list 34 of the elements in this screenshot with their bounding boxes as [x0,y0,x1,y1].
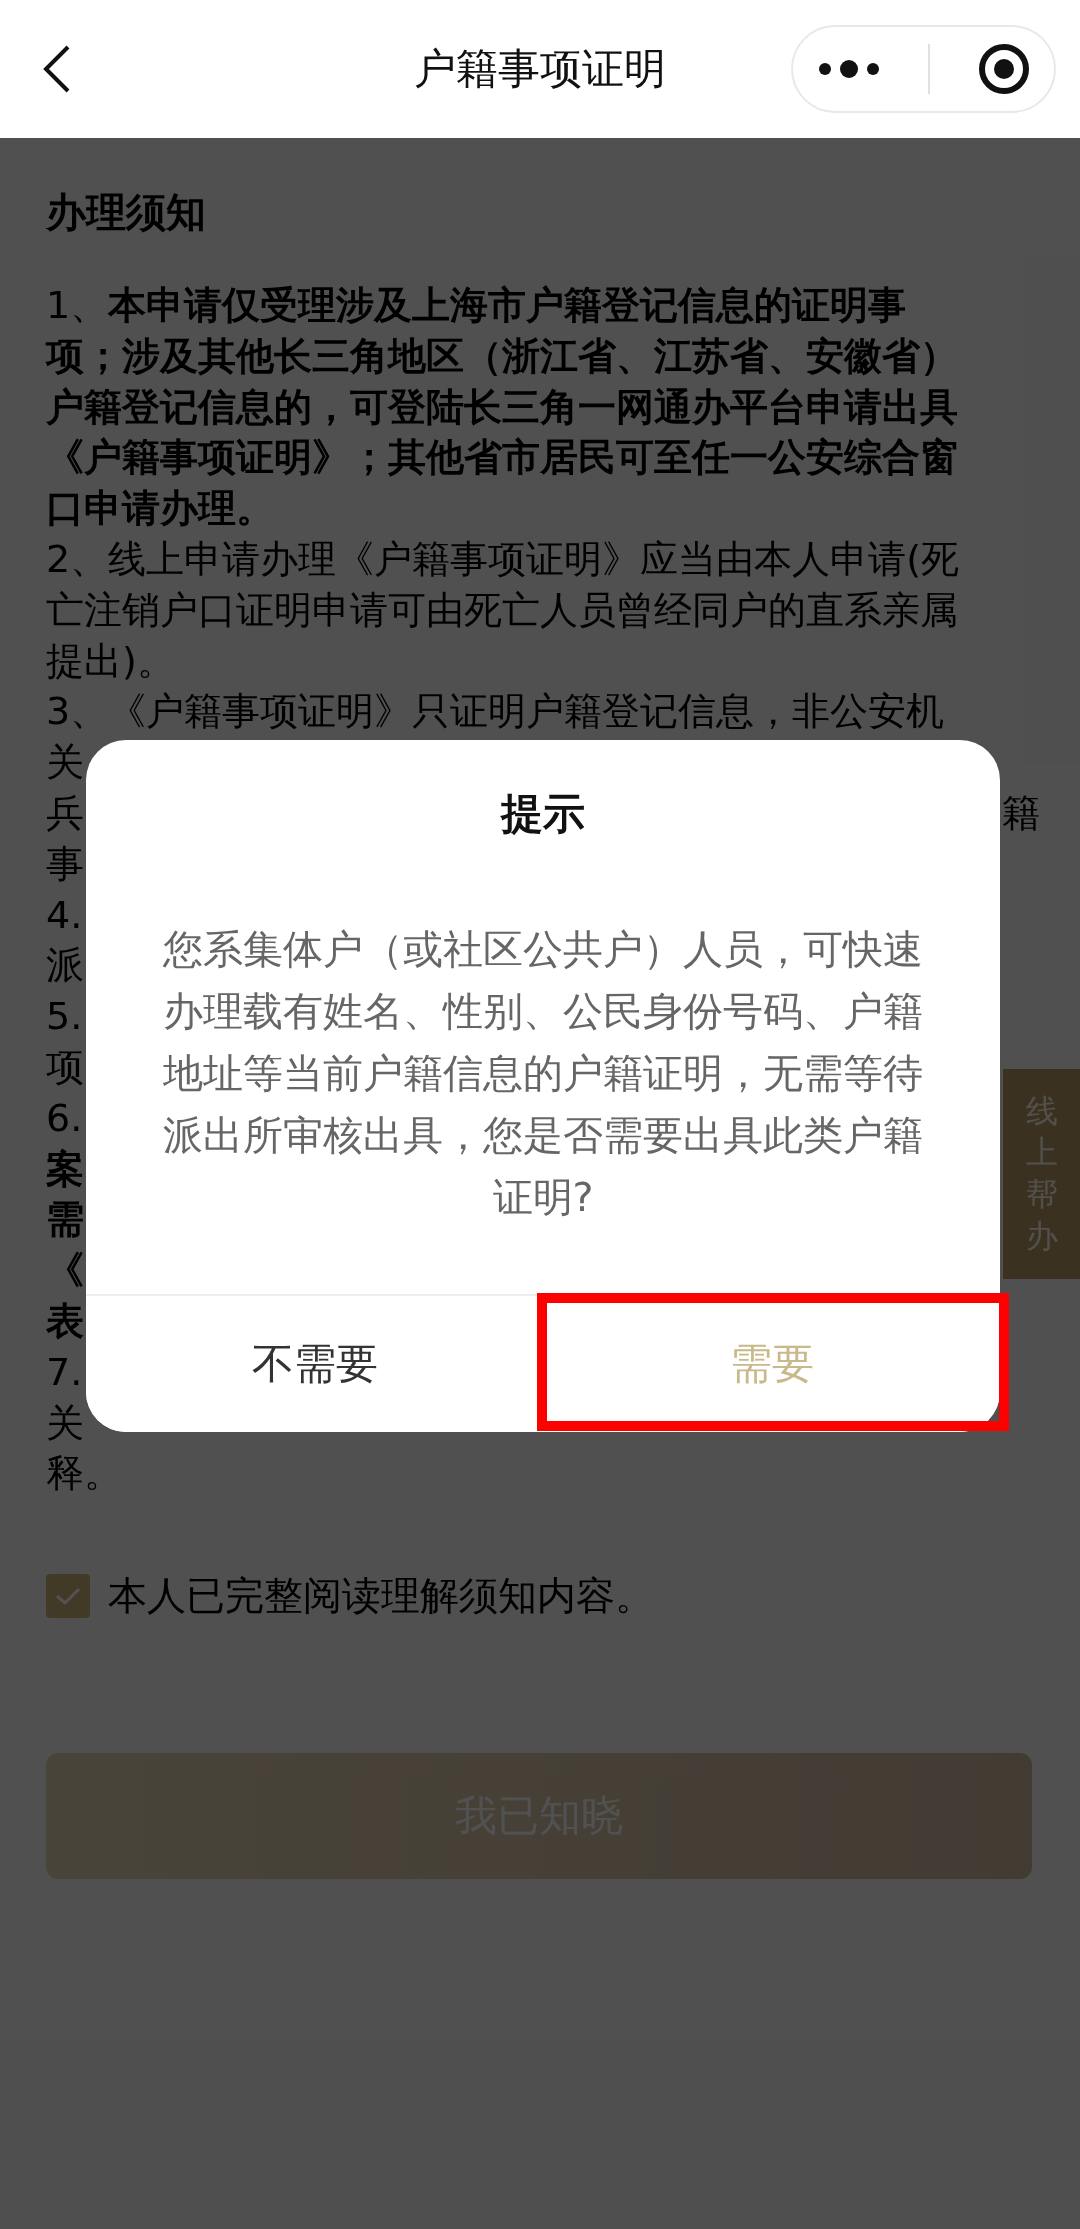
notice-text: 释。 [46,1450,122,1498]
notice-text: 亡注销户口证明申请可由死亡人员曾经同户的直系亲属 [46,586,958,634]
notice-text: 项 [46,1043,84,1091]
notice-text: 2、线上申请办理《户籍事项证明》应当由本人申请(死 [46,536,959,583]
notice-text: 6. [46,1094,83,1142]
notice-text: 项；涉及其他长三角地区（浙江省、江苏省、安徽省） [46,332,958,380]
notice-text: 户籍登记信息的，可登陆长三角一网通办平台申请出具 [46,383,958,431]
notice-text: 关 [46,739,84,787]
notice-text: 需 [46,1196,84,1244]
dialog-title: 提示 [499,788,586,840]
notice-text: 兵 [46,789,84,837]
notice-text: 《 [46,1247,84,1295]
notice-text: 《户籍事项证明》；其他省市居民可至任一公安综合窗 [46,434,958,482]
notice-text: 提出)。 [46,637,175,685]
more-icon[interactable] [816,59,881,79]
check-icon [54,1585,82,1608]
agreement-checkbox[interactable] [46,1574,90,1619]
agreement-label: 本人已完整阅读理解须知内容。 [108,1572,654,1621]
notice-text: 派 [46,942,84,990]
page-title: 户籍事项证明 [413,43,667,95]
notice-text: 1、本申请仅受理涉及上海市户籍登记信息的证明事 [46,282,907,329]
dialog-message: 您系集体户（或社区公共户）人员，可快速办理载有姓名、性别、公民身份号码、户籍地址等当前户籍信息的户籍证明，无需等待派出所审核出具，您是否需要出具此类户籍证明? [162,925,924,1222]
notice-text: 表 [46,1297,84,1345]
notice-text: 案 [46,1145,84,1193]
notice-text: 7. [46,1348,83,1396]
notice-text: 口申请办理。 [46,485,274,533]
notice-text: 籍 [1002,789,1040,837]
notice-text: 5. [46,993,83,1041]
notice-text: 3、《户籍事项证明》只证明户籍登记信息，非公安机 [46,688,945,736]
notice-text: 关 [46,1399,84,1447]
target-icon[interactable] [978,43,1031,95]
notice-title: 办理须知 [46,188,207,237]
notice-text: 4. [46,891,83,939]
notice-text: 事 [46,840,84,888]
